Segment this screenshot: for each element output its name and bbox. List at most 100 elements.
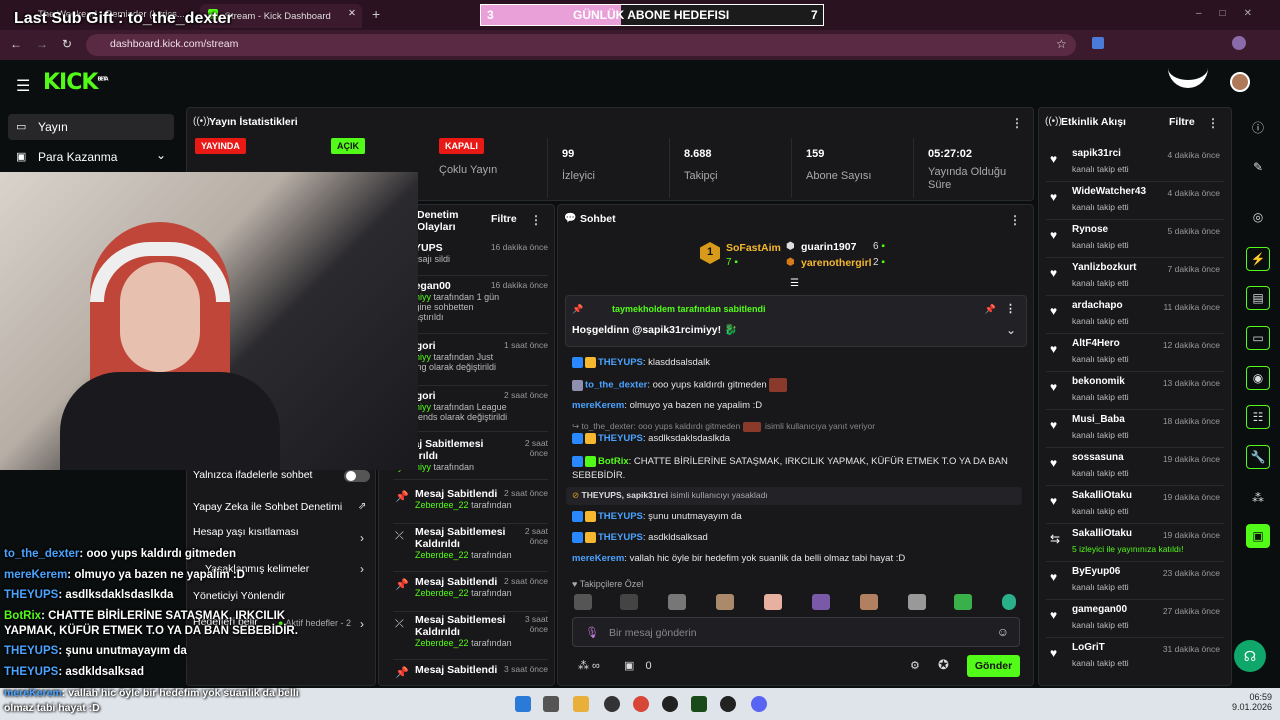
mod-event-user[interactable]: Zeberdee_22 [415,550,469,560]
send-button[interactable]: Gönder [967,655,1020,677]
new-tab-button[interactable]: + [372,6,380,22]
activity-user[interactable]: sapik31rci [1072,148,1121,159]
bot-icon[interactable]: ✪ [938,657,949,673]
layout-icon[interactable]: ☷ [1246,405,1270,429]
emote-icon[interactable] [764,594,782,610]
edit-icon[interactable]: ✎ [1246,155,1270,179]
chat-popout-icon[interactable]: ▭ [1246,326,1270,350]
chevron-right-icon[interactable]: › [360,617,364,631]
emote-icon[interactable] [812,594,830,610]
chevron-down-icon[interactable]: ⌄ [1006,323,1016,337]
url-field[interactable]: dashboard.kick.com/stream [86,34,1076,56]
group-icon[interactable]: ⁂ [1246,486,1270,510]
microphone-icon[interactable]: 🎙 [585,626,599,639]
close-tab-icon[interactable]: ✕ [348,8,356,19]
expand-leaderboard-icon[interactable]: ☰ [790,278,799,289]
activity-user[interactable]: Rynose [1072,224,1108,235]
broadcast-tool-icon[interactable]: ◉ [1246,366,1270,390]
nav-item-monetize[interactable]: ▣ Para Kazanma ⌄ [8,144,174,170]
kick-app-icon[interactable]: ▣ [1246,524,1270,548]
chat-input[interactable]: 🎙 Bir mesaj gönderin ☺ [572,617,1020,647]
activity-user[interactable]: bekonomik [1072,376,1125,387]
activity-user[interactable]: WideWatcher43 [1072,186,1146,197]
chrome-icon[interactable] [633,696,649,712]
mod-event-user[interactable]: Zeberdee_22 [415,638,469,648]
emoji-icon[interactable]: ☺ [997,625,1009,639]
app-g2-icon[interactable] [720,696,736,712]
activity-menu-icon[interactable]: ⋮ [1207,116,1219,130]
emote-icon[interactable] [954,594,972,610]
chat-username[interactable]: BotRix [598,456,629,467]
activity-user[interactable]: AltF4Hero [1072,338,1120,349]
nvidia-icon[interactable] [691,696,707,712]
support-headset-icon[interactable]: ☊ [1234,640,1266,672]
emote-icon[interactable] [668,594,686,610]
external-link-icon[interactable]: ⇗ [358,501,366,512]
stats-menu-icon[interactable]: ⋮ [1011,116,1023,130]
points-display[interactable]: ▣ 0 [624,659,652,672]
file-explorer-icon[interactable] [573,696,589,712]
obs-icon[interactable] [604,696,620,712]
moderation-filter-button[interactable]: Filtre [491,213,517,225]
window-controls[interactable]: –□✕ [1196,8,1270,19]
chat-menu-icon[interactable]: ⋮ [1009,213,1021,227]
emote-icon[interactable] [860,594,878,610]
leader-1-name[interactable]: SoFastAim [726,242,781,254]
windows-start-icon[interactable] [515,696,531,712]
setting-account-age[interactable]: Hesap yaşı kısıtlaması [193,526,299,538]
kick-logo[interactable]: KICKBETA [43,70,109,95]
task-view-icon[interactable] [543,696,559,712]
moderation-menu-icon[interactable]: ⋮ [530,213,542,227]
chat-username[interactable]: THEYUPS [598,532,643,543]
notes-icon[interactable]: ▤ [1246,286,1270,310]
activity-user[interactable]: ardachapo [1072,300,1123,311]
activity-user[interactable]: SakalliOtaku [1072,490,1132,501]
activity-user[interactable]: ByEyup06 [1072,566,1120,577]
setting-ai-moderation[interactable]: Yapay Zeka ile Sohbet Denetimi [193,501,342,513]
lightning-icon[interactable]: ⚡ [1246,247,1270,271]
pin-action-icon[interactable]: 📌 [985,304,996,315]
info-icon[interactable]: ⓘ [1246,115,1270,139]
emote-only-toggle[interactable] [344,470,370,482]
activity-user[interactable]: LoGriT [1072,642,1105,653]
activity-filter-button[interactable]: Filtre [1169,116,1195,128]
emote-icon[interactable] [574,594,592,610]
chat-username[interactable]: mereKerem [572,553,624,564]
back-icon[interactable]: ← [10,37,22,51]
leader-3-name[interactable]: yarenothergirl [801,257,872,269]
moderation-tools-icon[interactable]: ⁂ ∞ [578,659,600,672]
chat-username[interactable]: mereKerem [572,400,624,411]
chat-username[interactable]: THEYUPS [598,511,643,522]
activity-user[interactable]: sossasuna [1072,452,1124,463]
emote-icon[interactable] [1002,594,1016,610]
mod-event-user[interactable]: Zeberdee_22 [415,588,469,598]
activity-user[interactable]: gamegan00 [1072,604,1127,615]
camera-icon[interactable]: ◎ [1246,205,1270,229]
reload-icon[interactable]: ↻ [62,37,72,51]
chat-username[interactable]: THEYUPS [598,357,643,368]
menu-icon[interactable]: ☰ [16,76,30,96]
extension-icon[interactable] [1092,37,1104,49]
emote-icon[interactable] [908,594,926,610]
activity-user[interactable]: Yanlizbozkurt [1072,262,1136,273]
leader-2-name[interactable]: guarin1907 [801,241,856,253]
chevron-right-icon[interactable]: › [360,562,364,576]
wrench-icon[interactable]: 🔧 [1246,445,1270,469]
chat-username[interactable]: THEYUPS [598,433,643,444]
emote-icon[interactable] [620,594,638,610]
pinned-menu-icon[interactable]: ⋮ [1005,302,1016,315]
setting-manager[interactable]: Yöneticiyi Yönlendir [193,590,285,602]
discord-icon[interactable] [751,696,767,712]
nav-item-stream[interactable]: ▭ Yayın [8,114,174,140]
bookmark-star-icon[interactable]: ☆ [1056,37,1067,51]
forward-icon[interactable]: → [36,37,48,51]
activity-user[interactable]: Musi_Baba [1072,414,1125,425]
chat-username[interactable]: to_the_dexter [585,380,647,391]
app-g-icon[interactable] [662,696,678,712]
user-avatar[interactable] [1230,72,1250,92]
emote-icon[interactable] [716,594,734,610]
mod-event-user[interactable]: Zeberdee_22 [415,500,469,510]
profile-avatar[interactable] [1232,36,1246,50]
chevron-right-icon[interactable]: › [360,531,364,545]
settings-gear-icon[interactable]: ⚙ [910,659,920,672]
